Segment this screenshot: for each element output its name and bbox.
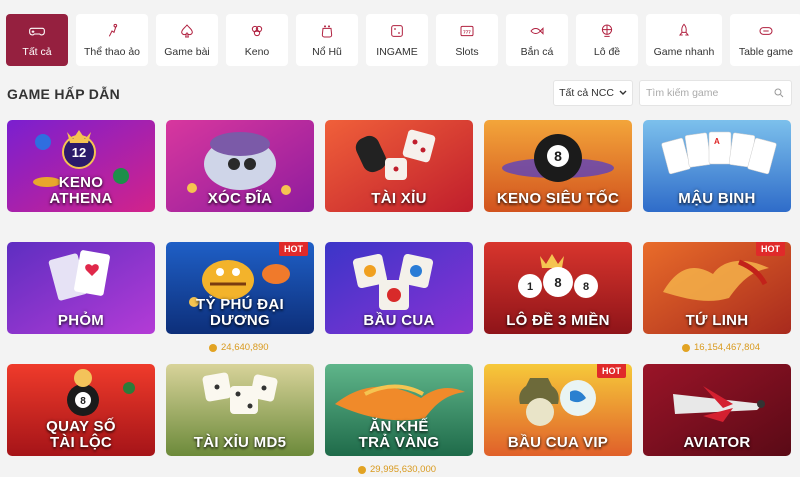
jackpot-counter: 24,640,890 (209, 342, 269, 353)
tab-ingame[interactable]: INGAME (366, 14, 428, 66)
game-title: BẦU CUA (363, 312, 435, 329)
coin-icon (682, 343, 690, 352)
tab-label: Table game (738, 45, 794, 58)
lottery-globe-icon (601, 24, 613, 37)
game-title: KENO ATHENA (49, 174, 113, 207)
category-tabs: Tất cả Thể thao ảo Game bài Keno Nổ Hũ I… (6, 14, 800, 66)
keno-icon (251, 25, 263, 36)
hot-badge: HOT (756, 242, 785, 256)
game-title: TÀI XỈU (371, 190, 427, 207)
game-title: QUAY SỐ TÀI LỘC (46, 418, 116, 451)
game-title: TÀI XỈU MD5 (193, 434, 287, 451)
search-box (639, 80, 792, 106)
table-icon (759, 26, 773, 35)
hot-badge: HOT (597, 364, 626, 378)
jackpot-value: 24,640,890 (221, 342, 269, 353)
tab-label: Game nhanh (653, 45, 715, 58)
svg-text:1: 1 (527, 281, 533, 293)
provider-select[interactable]: Tất cả NCC (553, 80, 633, 106)
jackpot-value: 29,995,630,000 (370, 464, 437, 475)
tab-lottery[interactable]: Lô đề (576, 14, 638, 66)
game-title: TỶ PHÚ ĐẠI DƯƠNG (195, 296, 284, 329)
tab-card-games[interactable]: Game bài (156, 14, 218, 66)
svg-text:A: A (714, 137, 720, 146)
svg-text:8: 8 (583, 281, 589, 293)
tab-jackpot[interactable]: Nổ Hũ (296, 14, 358, 66)
game-card-phom[interactable]: PHỎM (7, 242, 155, 334)
search-icon[interactable] (773, 87, 785, 99)
chevron-down-icon (619, 90, 627, 95)
tab-quick-games[interactable]: Game nhanh (646, 14, 722, 66)
tab-label: Lô đề (593, 45, 621, 58)
svg-text:777: 777 (463, 29, 471, 34)
game-title: XÓC ĐĨA (207, 190, 273, 207)
game-card-tu-linh[interactable]: HOT TỨ LINH (643, 242, 791, 334)
game-card-keno-athena[interactable]: 12 KENO ATHENA (7, 120, 155, 212)
tab-keno[interactable]: Keno (226, 14, 288, 66)
game-title: PHỎM (57, 312, 105, 329)
coin-icon (358, 465, 366, 474)
tab-fishing[interactable]: Bắn cá (506, 14, 568, 66)
hot-badge: HOT (279, 242, 308, 256)
dice-icon (391, 24, 403, 37)
tab-all[interactable]: Tất cả (6, 14, 68, 66)
tab-label: Slots (455, 45, 479, 58)
game-title: KENO SIÊU TỐC (496, 190, 620, 207)
game-lobby: Tất cả Thể thao ảo Game bài Keno Nổ Hũ I… (0, 0, 800, 477)
tab-label: Keno (244, 45, 270, 58)
spade-icon (181, 23, 193, 37)
tab-label: Thể thao ảo (83, 45, 141, 58)
tab-label: Tất cả (22, 45, 52, 58)
svg-text:8: 8 (554, 275, 561, 290)
game-card-xoc-dia[interactable]: XÓC ĐĨA (166, 120, 314, 212)
game-title: BẦU CUA VIP (507, 434, 609, 451)
game-card-bau-cua[interactable]: BẦU CUA (325, 242, 473, 334)
game-card-bau-cua-vip[interactable]: HOT BẦU CUA VIP (484, 364, 632, 456)
search-input[interactable] (646, 87, 766, 99)
tab-label: Bắn cá (520, 45, 554, 58)
game-card-ty-phu-dai-duong[interactable]: HOT TỶ PHÚ ĐẠI DƯƠNG (166, 242, 314, 334)
kick-icon (108, 23, 118, 37)
gamepad-icon (29, 27, 45, 35)
game-card-quay-so-tai-loc[interactable]: 8 QUAY SỐ TÀI LỘC (7, 364, 155, 456)
game-card-keno-sieu-toc[interactable]: 8 KENO SIÊU TỐC (484, 120, 632, 212)
game-card-mau-binh[interactable]: A MẬU BINH (643, 120, 791, 212)
game-title: LÔ ĐỀ 3 MIỀN (506, 312, 610, 329)
tab-label: Nổ Hũ (312, 45, 342, 58)
fish-icon (530, 26, 544, 35)
tab-table-game[interactable]: Table game (730, 14, 800, 66)
game-title: TỨ LINH (685, 312, 749, 329)
game-title: MẬU BINH (678, 190, 756, 207)
jackpot-value: 16,154,467,804 (694, 342, 761, 353)
provider-select-value: Tất cả NCC (559, 87, 614, 99)
rocket-icon (679, 23, 689, 35)
jackpot-counter: 29,995,630,000 (358, 464, 436, 475)
game-card-tai-xiu[interactable]: TÀI XỈU (325, 120, 473, 212)
game-card-aviator[interactable]: AVIATOR (643, 364, 791, 456)
game-card-an-khe-tra-vang[interactable]: ĂN KHẾ TRẢ VÀNG (325, 364, 473, 456)
slot-777-icon: 777 (460, 25, 474, 36)
game-card-lo-de-3-mien[interactable]: 1 8 8 LÔ ĐỀ 3 MIỀN (484, 242, 632, 334)
tab-virtual-sports[interactable]: Thể thao ảo (76, 14, 148, 66)
game-card-tai-xiu-md5[interactable]: TÀI XỈU MD5 (166, 364, 314, 456)
game-title: ĂN KHẾ TRẢ VÀNG (358, 418, 440, 451)
coin-icon (209, 343, 217, 352)
tab-slots[interactable]: 777 Slots (436, 14, 498, 66)
svg-text:8: 8 (554, 148, 562, 164)
jackpot-pot-icon (321, 24, 333, 37)
svg-text:12: 12 (72, 145, 86, 160)
game-title: AVIATOR (683, 434, 751, 451)
section-title: GAME HẤP DẪN (7, 86, 121, 102)
tab-label: INGAME (376, 45, 418, 58)
tab-label: Game bài (164, 45, 210, 58)
svg-text:8: 8 (80, 396, 86, 407)
jackpot-counter: 16,154,467,804 (682, 342, 760, 353)
